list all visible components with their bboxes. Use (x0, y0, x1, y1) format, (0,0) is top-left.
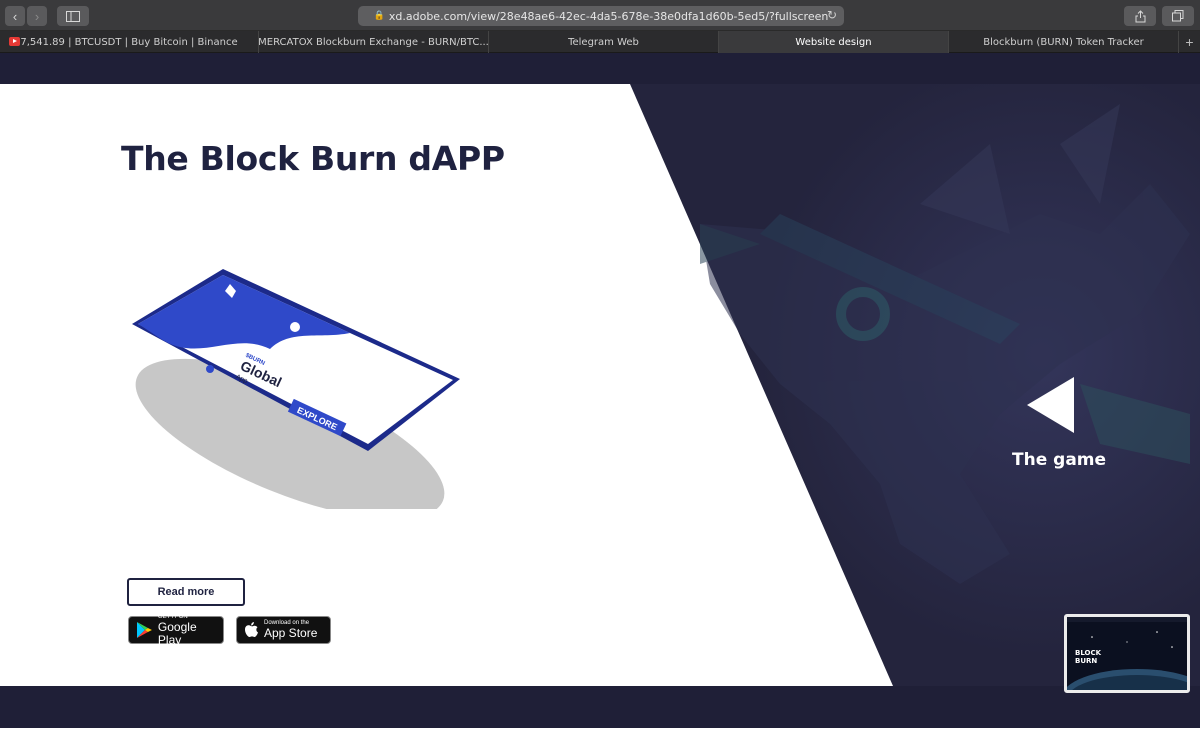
address-bar[interactable]: 🔒 xd.adobe.com/view/28e48ae6-42ec-4da5-6… (358, 6, 844, 26)
google-play-icon (136, 622, 152, 638)
tab-telegram[interactable]: Telegram Web (489, 31, 719, 53)
tab-website-design[interactable]: Website design (719, 31, 949, 53)
thumbnail-line2: BURN (1075, 657, 1098, 665)
share-icon (1135, 9, 1145, 22)
reload-icon[interactable]: ↻ (827, 8, 837, 22)
tab-bar: 7,541.89 | BTCUSDT | Buy Bitcoin | Binan… (0, 31, 1200, 53)
game-label[interactable]: The game (1012, 450, 1106, 470)
google-play-big: Google Play (157, 619, 197, 647)
tab-label: Blockburn (BURN) Token Tracker (983, 36, 1144, 48)
tab-label: Telegram Web (568, 36, 639, 48)
youtube-icon (9, 37, 20, 46)
app-store-badge[interactable]: Download on the App Store (236, 616, 331, 644)
sidebar-icon (66, 10, 80, 22)
page-below-area (0, 728, 1200, 750)
previous-arrow-icon[interactable] (1027, 377, 1075, 433)
hero-slide: The Block Burn dAPP $BURN Global App EXP… (0, 84, 1200, 686)
tabs-icon (1172, 10, 1184, 22)
page-bottom-strip (0, 686, 1200, 728)
tab-token-tracker[interactable]: Blockburn (BURN) Token Tracker (949, 31, 1179, 53)
page-top-strip (0, 53, 1200, 84)
back-button[interactable]: ‹ (5, 6, 25, 26)
new-tab-button[interactable]: + (1179, 31, 1200, 52)
app-store-big: App Store (264, 626, 318, 640)
tab-binance[interactable]: 7,541.89 | BTCUSDT | Buy Bitcoin | Binan… (0, 31, 259, 53)
forward-button[interactable]: › (27, 6, 47, 26)
browser-toolbar: ‹ › 🔒 xd.adobe.com/view/28e48ae6-42ec-4d… (0, 0, 1200, 31)
url-text: xd.adobe.com/view/28e48ae6-42ec-4da5-678… (388, 9, 829, 23)
tab-label: MERCATOX Blockburn Exchange - BURN/BTC..… (259, 36, 489, 48)
phone-illustration: $BURN Global App EXPLORE (132, 269, 460, 509)
slide-thumbnail[interactable]: BLOCK BURN (1064, 614, 1190, 693)
lock-icon: 🔒 (373, 11, 385, 21)
share-button[interactable] (1124, 6, 1156, 26)
google-play-badge[interactable]: GET IT ON Google Play (128, 614, 224, 647)
tab-mercatox[interactable]: MERCATOX Blockburn Exchange - BURN/BTC..… (259, 31, 489, 53)
tab-label: 7,541.89 | BTCUSDT | Buy Bitcoin | Binan… (20, 36, 238, 48)
page-title: The Block Burn dAPP (121, 139, 505, 178)
apple-icon (245, 622, 258, 637)
tab-label: Website design (795, 36, 872, 48)
thumbnail-line1: BLOCK (1075, 649, 1102, 657)
read-more-button[interactable]: Read more (127, 578, 245, 606)
thumbnail-logo-text: BLOCK BURN (1075, 649, 1101, 665)
tabs-overview-button[interactable] (1162, 6, 1194, 26)
sidebar-toggle-button[interactable] (57, 6, 89, 26)
